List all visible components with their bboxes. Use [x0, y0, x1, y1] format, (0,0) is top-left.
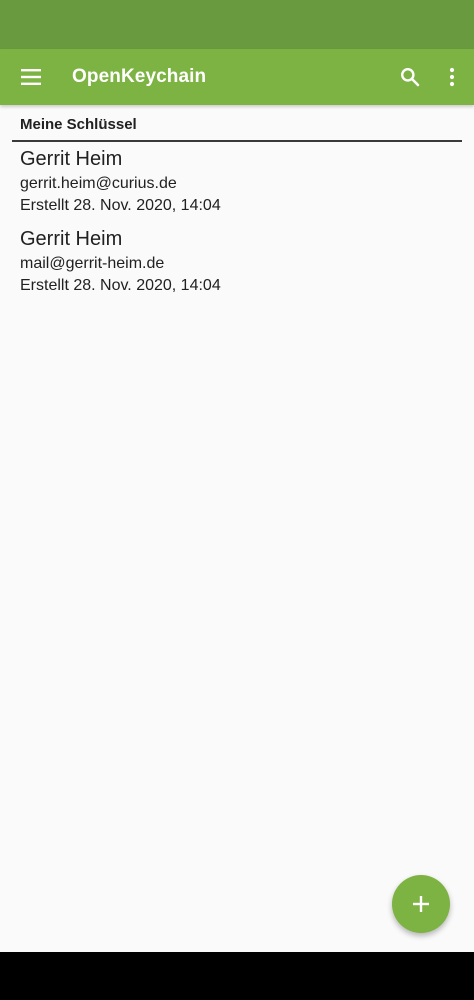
app-bar: OpenKeychain [0, 49, 474, 105]
status-bar [0, 0, 474, 49]
key-created-date: Erstellt 28. Nov. 2020, 14:04 [20, 197, 221, 214]
key-list-item[interactable]: Gerrit Heim mail@gerrit-heim.de Erstellt… [0, 222, 474, 302]
section-title: Meine Schlüssel [20, 116, 137, 133]
key-name: Gerrit Heim [20, 148, 123, 170]
overflow-menu-button[interactable] [432, 55, 472, 99]
search-button[interactable] [388, 55, 432, 99]
more-vertical-icon [449, 67, 455, 87]
key-email: gerrit.heim@curius.de [20, 175, 177, 192]
system-navigation-bar [0, 952, 474, 1000]
section-header-my-keys: Meine Schlüssel [12, 114, 462, 142]
plus-icon [413, 896, 429, 912]
hamburger-menu-icon [21, 69, 41, 85]
add-key-fab[interactable] [392, 875, 450, 933]
key-name: Gerrit Heim [20, 228, 123, 250]
key-created-date: Erstellt 28. Nov. 2020, 14:04 [20, 277, 221, 294]
app-title: OpenKeychain [72, 66, 207, 87]
key-email: mail@gerrit-heim.de [20, 255, 165, 272]
search-icon [401, 68, 420, 87]
key-list-item[interactable]: Gerrit Heim gerrit.heim@curius.de Erstel… [0, 142, 474, 222]
navigation-drawer-button[interactable] [10, 55, 54, 99]
key-list: Gerrit Heim gerrit.heim@curius.de Erstel… [0, 142, 474, 302]
